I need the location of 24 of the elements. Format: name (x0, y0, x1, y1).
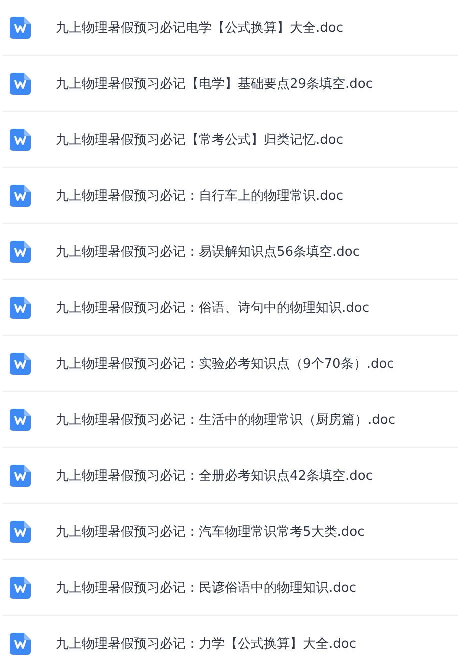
document-icon (10, 352, 31, 374)
file-name[interactable]: 九上物理暑假预习必记：力学【公式换算】大全.doc (56, 634, 356, 652)
document-icon (10, 296, 31, 318)
document-icon (10, 408, 31, 430)
document-icon (10, 632, 31, 654)
file-name[interactable]: 九上物理暑假预习必记【电学】基础要点29条填空.doc (56, 74, 374, 92)
document-icon (10, 520, 31, 542)
file-name[interactable]: 九上物理暑假预习必记：汽车物理常识常考5大类.doc (56, 522, 365, 540)
file-name[interactable]: 九上物理暑假预习必记电学【公式换算】大全.doc (56, 18, 344, 36)
document-icon (10, 184, 31, 206)
file-name[interactable]: 九上物理暑假预习必记：俗语、诗句中的物理知识.doc (56, 298, 370, 316)
document-icon (10, 464, 31, 486)
file-name[interactable]: 九上物理暑假预习必记：易误解知识点56条填空.doc (56, 242, 360, 260)
file-name[interactable]: 九上物理暑假预习必记：全册必考知识点42条填空.doc (56, 466, 374, 484)
file-name[interactable]: 九上物理暑假预习必记：实验必考知识点（9个70条）.doc (56, 354, 394, 372)
document-icon (10, 576, 31, 598)
file-name[interactable]: 九上物理暑假预习必记【常考公式】归类记忆.doc (56, 130, 344, 148)
document-icon (10, 240, 31, 262)
document-icon (10, 16, 31, 38)
file-name[interactable]: 九上物理暑假预习必记：民谚俗语中的物理知识.doc (56, 578, 356, 596)
document-icon (10, 72, 31, 94)
document-icon (10, 128, 31, 150)
file-name[interactable]: 九上物理暑假预习必记：自行车上的物理常识.doc (56, 186, 344, 204)
file-name[interactable]: 九上物理暑假预习必记：生活中的物理常识（厨房篇）.doc (56, 410, 396, 428)
